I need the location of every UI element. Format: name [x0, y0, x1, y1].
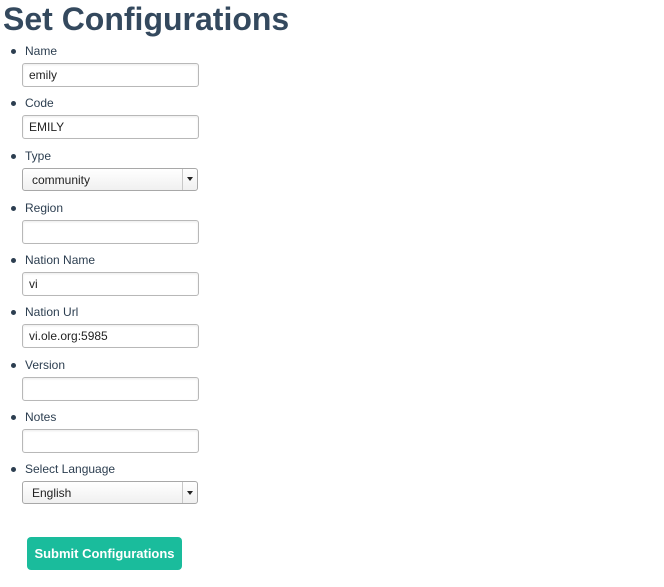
nation-url-input[interactable] [22, 324, 199, 349]
nation-name-label: Nation Name [25, 253, 96, 268]
bullet-icon [11, 258, 16, 264]
notes-label: Notes [25, 410, 57, 425]
field-notes: Notes [0, 407, 300, 459]
nation-name-input[interactable] [22, 272, 199, 297]
chevron-down-icon[interactable] [182, 482, 197, 504]
code-input[interactable] [22, 115, 199, 140]
language-select[interactable]: English [22, 481, 198, 505]
code-label: Code [25, 96, 54, 111]
field-name: Name [0, 41, 300, 93]
version-label: Version [25, 357, 66, 372]
nation-url-label: Nation Url [25, 305, 79, 320]
chevron-down-icon[interactable] [182, 168, 197, 190]
type-label: Type [25, 148, 52, 163]
type-select-value: community [32, 172, 91, 187]
field-version: Version [0, 355, 300, 407]
bullet-icon [11, 49, 16, 54]
field-type: Type community [0, 146, 300, 198]
select-language-label: Select Language [25, 462, 116, 477]
bullet-icon [11, 310, 16, 316]
configuration-form: Name Code Type community Region Nation N… [0, 41, 300, 512]
language-select-value: English [32, 486, 72, 501]
region-label: Region [25, 200, 64, 215]
name-input[interactable] [22, 63, 199, 87]
region-input[interactable] [22, 219, 199, 244]
field-region: Region [0, 198, 300, 250]
notes-input[interactable] [22, 429, 199, 454]
field-nation-name: Nation Name [0, 250, 300, 302]
submit-configurations-button[interactable]: Submit Configurations [27, 537, 182, 570]
bullet-icon [11, 467, 16, 473]
bullet-icon [11, 153, 16, 159]
field-nation-url: Nation Url [0, 302, 300, 354]
name-label: Name [25, 44, 58, 58]
bullet-icon [11, 362, 16, 368]
field-code: Code [0, 93, 300, 145]
bullet-icon [11, 205, 16, 211]
bullet-icon [11, 415, 16, 421]
bullet-icon [11, 101, 16, 107]
page-title: Set Configurations [3, 1, 290, 37]
version-input[interactable] [22, 376, 199, 401]
field-select-language: Select Language English [0, 459, 300, 511]
type-select[interactable]: community [22, 167, 198, 191]
